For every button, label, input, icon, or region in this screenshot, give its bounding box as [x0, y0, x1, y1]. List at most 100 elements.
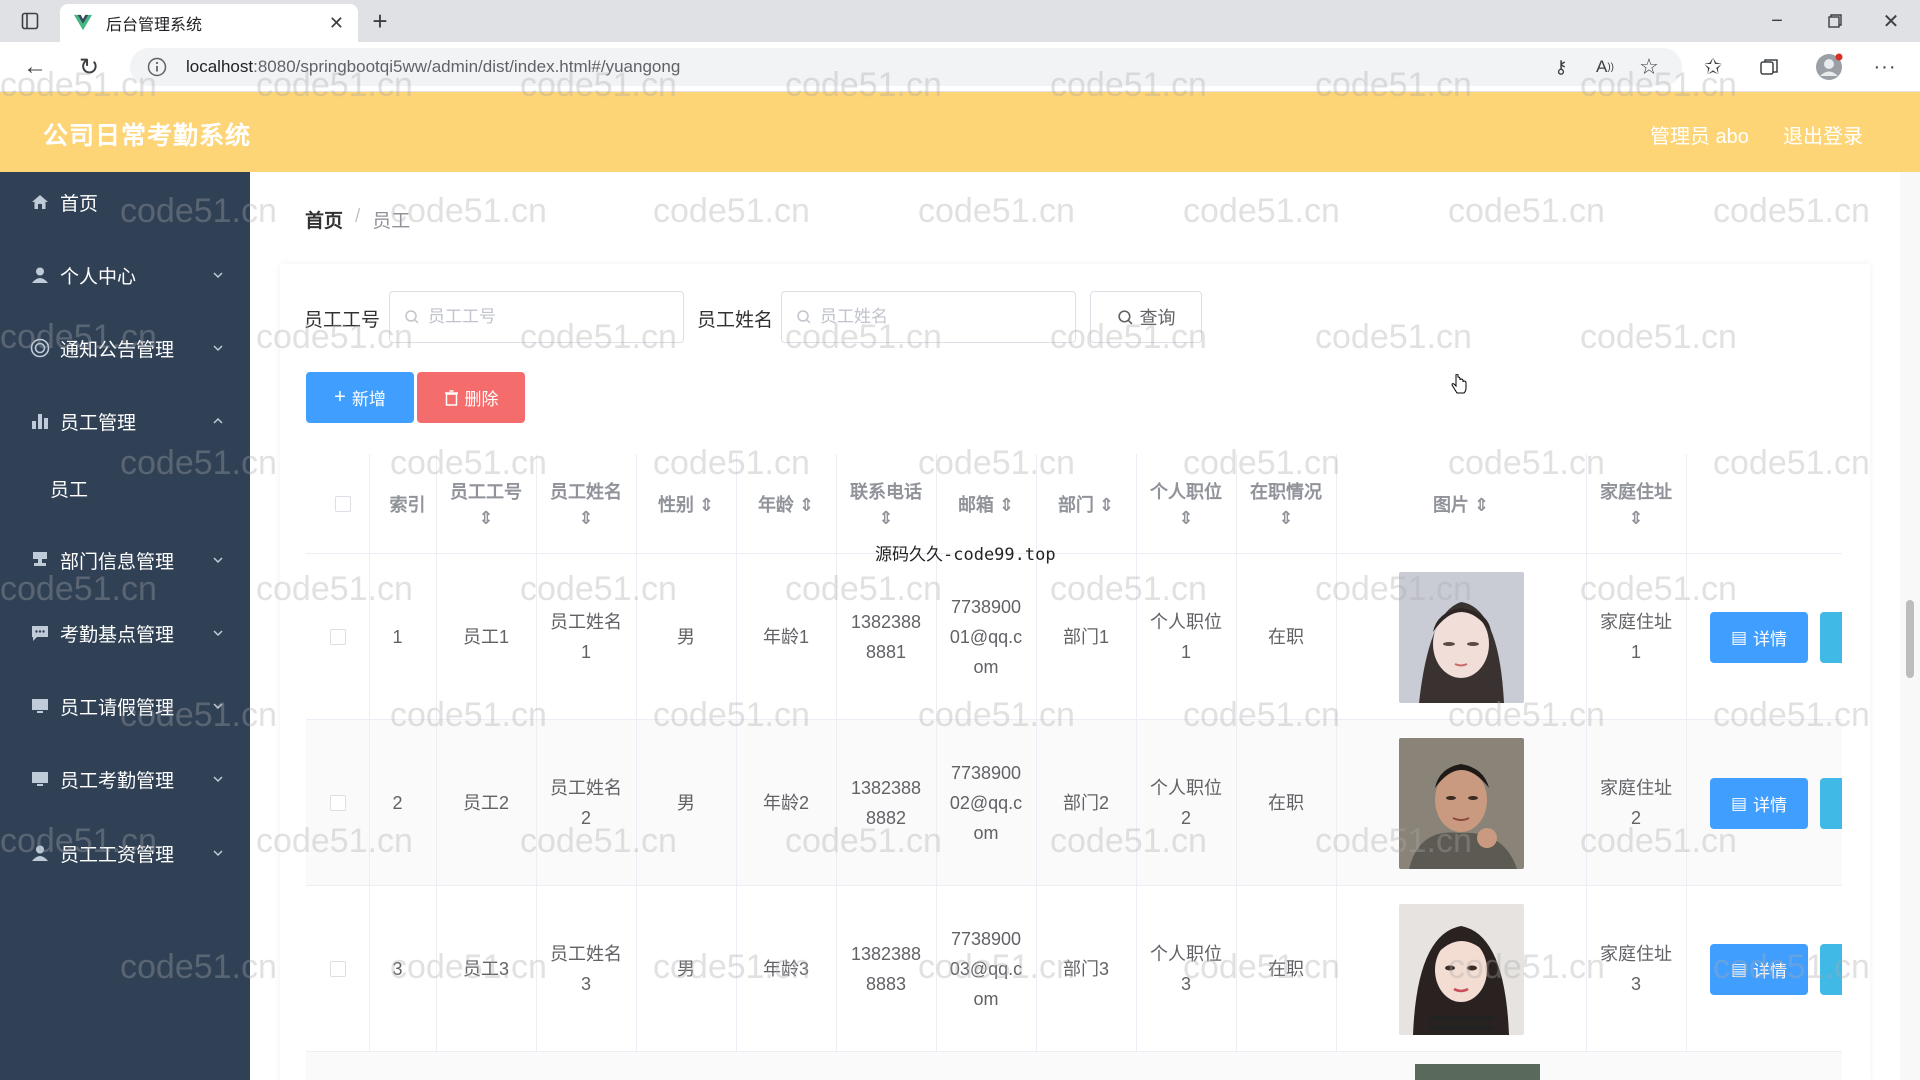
column-header[interactable]: 年龄 ⇕	[736, 454, 836, 554]
detail-button[interactable]: ▤ 详情	[1710, 778, 1808, 829]
detail-button[interactable]: ▤ 详情	[1710, 944, 1808, 995]
cell-gender: 男	[677, 959, 695, 979]
sidebar-item-dept[interactable]: 部门信息管理	[0, 530, 250, 590]
address-bar[interactable]: localhost:8080/springbootqi5ww/admin/dis…	[130, 48, 1682, 86]
cell-status: 在职	[1268, 793, 1304, 813]
query-button[interactable]: 查询	[1090, 291, 1202, 343]
add-button[interactable]: + 新增	[306, 372, 414, 423]
sort-icon[interactable]: ⇕	[478, 508, 493, 529]
trash-icon	[444, 389, 458, 406]
select-all-checkbox[interactable]	[334, 495, 351, 512]
restore-icon[interactable]	[1820, 8, 1850, 34]
column-header[interactable]: 员工姓名 ⇕	[536, 454, 636, 554]
emp-name-field[interactable]	[781, 291, 1076, 343]
emp-no-field[interactable]	[389, 291, 684, 343]
column-header[interactable]: 员工工号 ⇕	[436, 454, 536, 554]
column-header[interactable]: 个人职位 ⇕	[1136, 454, 1236, 554]
sort-icon[interactable]: ⇕	[799, 495, 814, 515]
chevron-down-icon	[213, 630, 223, 637]
logout-link[interactable]: 退出登录	[1783, 120, 1863, 149]
search-icon	[797, 310, 811, 324]
sort-icon[interactable]: ⇕	[878, 508, 893, 529]
delete-button[interactable]: 删除	[417, 372, 525, 423]
cell-status: 在职	[1268, 627, 1304, 647]
emp-name-input[interactable]	[820, 307, 1060, 327]
sort-icon[interactable]: ⇕	[1099, 495, 1114, 515]
cell-emp-no: 员工3	[462, 959, 509, 979]
sidebar-item-label: 员工考勤管理	[60, 770, 175, 792]
more-menu-icon[interactable]: ···	[1870, 54, 1900, 80]
favorites-icon[interactable]: ✩	[1700, 54, 1726, 80]
collections-icon[interactable]	[1756, 54, 1782, 80]
delete-button-label: 删除	[464, 390, 499, 409]
sidebar-item-attendance-base[interactable]: 考勤基点管理	[0, 603, 250, 663]
sidebar-item-salary[interactable]: 员工工资管理	[0, 823, 250, 883]
detail-button[interactable]: ▤ 详情	[1710, 612, 1808, 663]
tab-actions-icon[interactable]	[18, 10, 42, 32]
emp-no-input[interactable]	[428, 307, 668, 327]
breadcrumb-home[interactable]: 首页	[305, 206, 343, 233]
doc-icon: ▤	[1730, 627, 1748, 647]
row-checkbox[interactable]	[329, 961, 346, 977]
column-header[interactable]: 联系电话 ⇕	[836, 454, 936, 554]
vue-logo-icon	[74, 14, 92, 31]
column-header[interactable]: 邮箱 ⇕	[936, 454, 1036, 554]
cell-phone: 1382388 8883	[850, 944, 922, 994]
close-tab-icon[interactable]: ✕	[329, 13, 344, 34]
cell-dept: 部门2	[1062, 793, 1109, 813]
cell-email: 7738900 01@qq.c om	[949, 597, 1023, 677]
user-icon	[30, 843, 50, 863]
cell-name: 员工姓名 3	[550, 944, 622, 994]
new-tab-icon[interactable]: +	[366, 6, 394, 36]
sort-icon[interactable]: ⇕	[1178, 508, 1193, 529]
column-header-actions	[1686, 454, 1842, 554]
sidebar-item-employee-mgmt[interactable]: 员工管理	[0, 391, 250, 451]
query-button-label: 查询	[1139, 308, 1176, 328]
cell-emp-no: 员工2	[462, 793, 509, 813]
sidebar-item-profile[interactable]: 个人中心	[0, 245, 250, 305]
chevron-down-icon	[213, 557, 223, 564]
sidebar-item-leave[interactable]: 员工请假管理	[0, 676, 250, 736]
browser-toolbar: ← ↻ localhost:8080/springbootqi5ww/admin…	[0, 42, 1920, 92]
sidebar-item-label: 员工管理	[60, 412, 137, 434]
sidebar-item-home[interactable]: 首页	[0, 172, 250, 232]
reload-icon[interactable]: ↻	[74, 54, 104, 81]
edit-button[interactable]	[1820, 944, 1842, 995]
sort-icon[interactable]: ⇕	[1628, 508, 1643, 529]
employee-table: 索引 员工工号 ⇕ 员工姓名 ⇕ 性别 ⇕ 年龄 ⇕ 联系电话 ⇕ 邮箱 ⇕ 部门 ⇕…	[306, 454, 1842, 1080]
site-info-icon[interactable]	[146, 56, 168, 78]
cell-age: 年龄3	[762, 959, 809, 979]
sidebar-item-notices[interactable]: 通知公告管理	[0, 318, 250, 378]
sidebar-item-attendance[interactable]: 员工考勤管理	[0, 749, 250, 809]
back-icon[interactable]: ←	[20, 53, 50, 80]
column-header[interactable]: 图片 ⇕	[1336, 454, 1586, 554]
sort-icon[interactable]: ⇕	[1278, 508, 1293, 529]
sort-icon[interactable]: ⇕	[699, 495, 714, 515]
cell-position: 个人职位 3	[1150, 944, 1222, 994]
sort-icon[interactable]: ⇕	[999, 495, 1014, 515]
cell-gender: 男	[677, 793, 695, 813]
sort-icon[interactable]: ⇕	[1474, 495, 1489, 515]
edit-button[interactable]	[1820, 612, 1842, 663]
key-icon[interactable]: ⚷	[1548, 54, 1574, 80]
row-checkbox[interactable]	[329, 795, 346, 811]
edit-button[interactable]	[1820, 778, 1842, 829]
profile-avatar-icon[interactable]	[1814, 52, 1844, 82]
row-checkbox[interactable]	[329, 629, 346, 645]
minimize-icon[interactable]: −	[1762, 8, 1792, 34]
sidebar-subitem-employee[interactable]: 员工	[0, 458, 250, 518]
scrollbar-thumb[interactable]	[1906, 600, 1914, 678]
favorite-add-icon[interactable]: ☆	[1636, 54, 1662, 80]
breadcrumb-separator: /	[355, 206, 361, 227]
app-header: 公司日常考勤系统 管理员 abo 退出登录	[0, 92, 1920, 172]
column-header[interactable]: 家庭住址 ⇕	[1586, 454, 1686, 554]
close-window-icon[interactable]: ✕	[1876, 8, 1906, 34]
browser-tab[interactable]: 后台管理系统 ✕	[60, 4, 358, 42]
overlay-watermark-text: 源码久久-code99.top	[875, 545, 1056, 565]
column-header[interactable]: 部门 ⇕	[1036, 454, 1136, 554]
sort-icon[interactable]: ⇕	[578, 508, 593, 529]
tab-title: 后台管理系统	[106, 17, 203, 34]
column-header[interactable]: 性别 ⇕	[636, 454, 736, 554]
column-header[interactable]: 在职情况 ⇕	[1236, 454, 1336, 554]
read-aloud-icon[interactable]: A))	[1592, 54, 1618, 80]
